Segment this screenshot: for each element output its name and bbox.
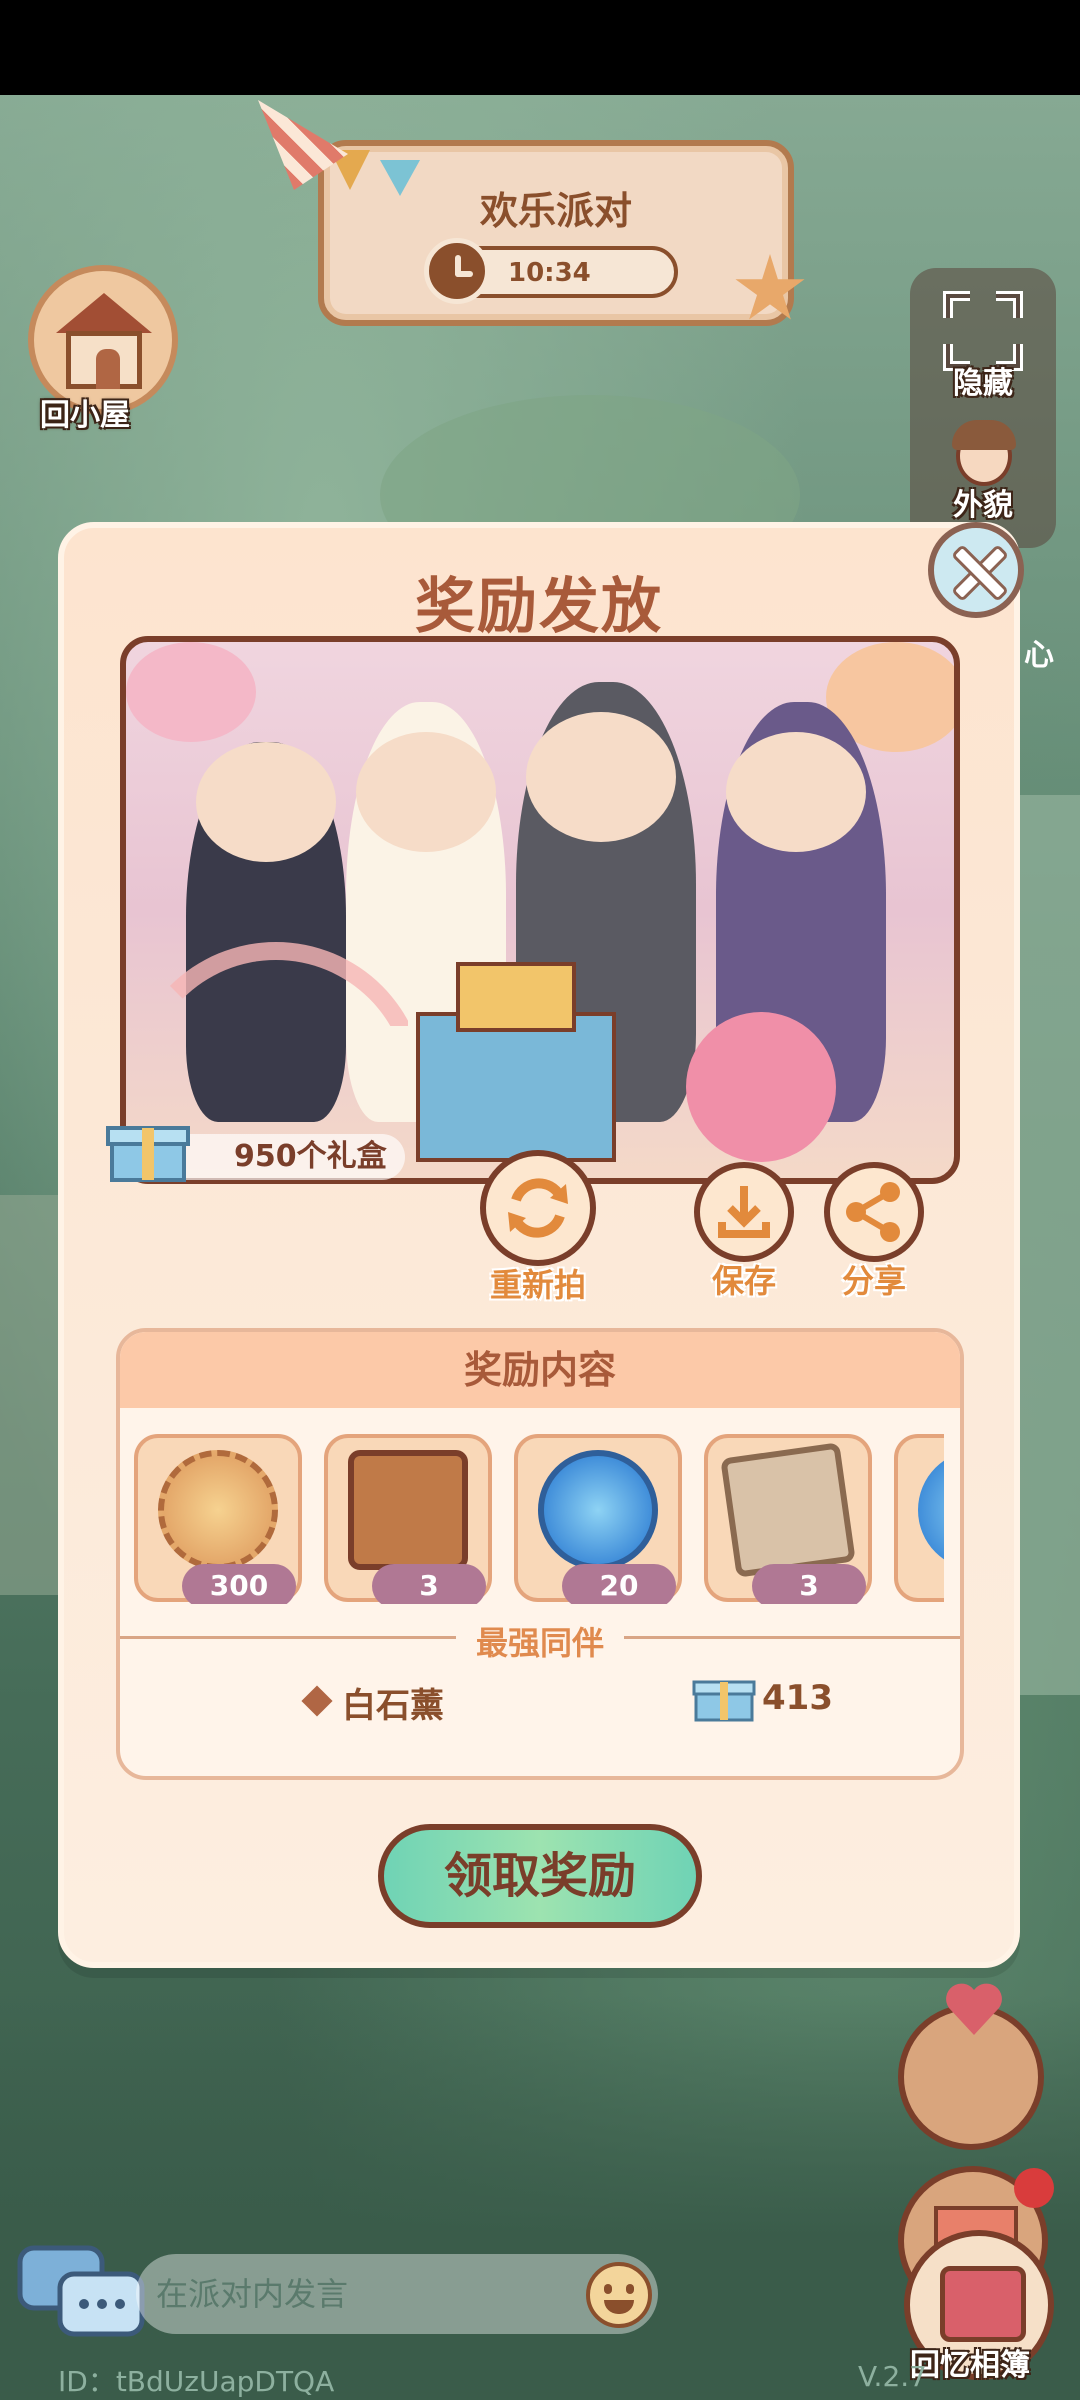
rewards-header: 奖励内容 [120, 1332, 960, 1408]
rewards-panel: 奖励内容 300 3 20 3 最强同伴 白石薰 413 [116, 1328, 964, 1780]
gift-box-icon [106, 1126, 190, 1182]
modal-title: 奖励发放 [415, 572, 663, 642]
right-building [1010, 795, 1080, 1695]
chat-bubble-icon[interactable] [16, 2244, 146, 2340]
reward-item[interactable] [894, 1434, 944, 1602]
character-face [726, 732, 866, 852]
status-bar [0, 0, 1080, 95]
chat-input[interactable]: 在派对内发言 [136, 2254, 658, 2334]
clock-icon [424, 238, 490, 304]
download-icon [694, 1162, 794, 1262]
hide-label[interactable]: 隐藏 [910, 358, 1056, 402]
user-id: ID：tBdUzUapDTQA [58, 2365, 335, 2398]
retake-label[interactable]: 重新拍 [478, 1260, 598, 1306]
bunting-flag-icon [380, 160, 420, 196]
reward-item[interactable]: 20 [514, 1434, 682, 1604]
edge-label: 心 [1024, 638, 1054, 673]
character-face [526, 712, 676, 842]
companion-gift-count: 413 [762, 1678, 833, 1718]
share-button[interactable]: 分享 [822, 1162, 926, 1302]
version-text: V.2.7 [858, 2360, 927, 2393]
share-icon [824, 1162, 924, 1262]
party-photo [120, 636, 960, 1184]
gift-box-decoration [456, 962, 576, 1032]
share-label[interactable]: 分享 [822, 1256, 926, 1302]
party-timer: 10:34 [424, 238, 678, 304]
album-icon [940, 2266, 1026, 2342]
reward-item[interactable]: 300 [134, 1434, 302, 1604]
golden-leaf-coin-icon [158, 1450, 278, 1570]
avatar-hair [952, 420, 1016, 450]
house-icon [56, 293, 152, 333]
character-face [356, 732, 496, 852]
save-label[interactable]: 保存 [692, 1256, 796, 1302]
house-door [96, 349, 120, 389]
gift-box-decoration [416, 1012, 616, 1162]
memory-album-label[interactable]: 回忆相簿 [910, 2340, 1030, 2384]
heart-balloon [686, 1012, 836, 1162]
reward-item[interactable]: 3 [704, 1434, 872, 1604]
save-button[interactable]: 保存 [692, 1162, 796, 1302]
blue-swirl-orb-icon [538, 1450, 658, 1570]
home-label[interactable]: 回小屋 [40, 390, 130, 434]
diamond-icon [301, 1685, 333, 1717]
brown-book-icon [348, 1450, 468, 1570]
timer-text: 10:34 [508, 258, 591, 288]
gift-box-icon [692, 1680, 756, 1722]
heart-gesture-button[interactable] [898, 2004, 1044, 2150]
scroll-map-icon [720, 1442, 856, 1578]
emoji-icon[interactable] [586, 2262, 652, 2328]
reward-items-list[interactable]: 300 3 20 3 [134, 1434, 944, 1604]
reward-item[interactable]: 3 [324, 1434, 492, 1604]
blue-orb-icon [918, 1450, 944, 1570]
reward-count: 20 [562, 1564, 676, 1604]
claim-reward-button[interactable]: 领取奖励 [378, 1824, 702, 1928]
side-panel: 隐藏 外貌 [910, 268, 1056, 548]
appearance-label[interactable]: 外貌 [910, 480, 1056, 524]
reward-count: 3 [752, 1564, 866, 1604]
companion-title: 最强同伴 [120, 1618, 960, 1664]
companion-name: 白石薰 [342, 1686, 444, 1726]
balloon-decoration [126, 642, 256, 742]
refresh-icon [480, 1150, 596, 1266]
notification-dot [1014, 2168, 1054, 2208]
close-button[interactable] [928, 522, 1024, 618]
reward-count: 300 [182, 1564, 296, 1604]
character-face [196, 742, 336, 862]
reward-count: 3 [372, 1564, 486, 1604]
retake-button[interactable]: 重新拍 [478, 1150, 598, 1306]
